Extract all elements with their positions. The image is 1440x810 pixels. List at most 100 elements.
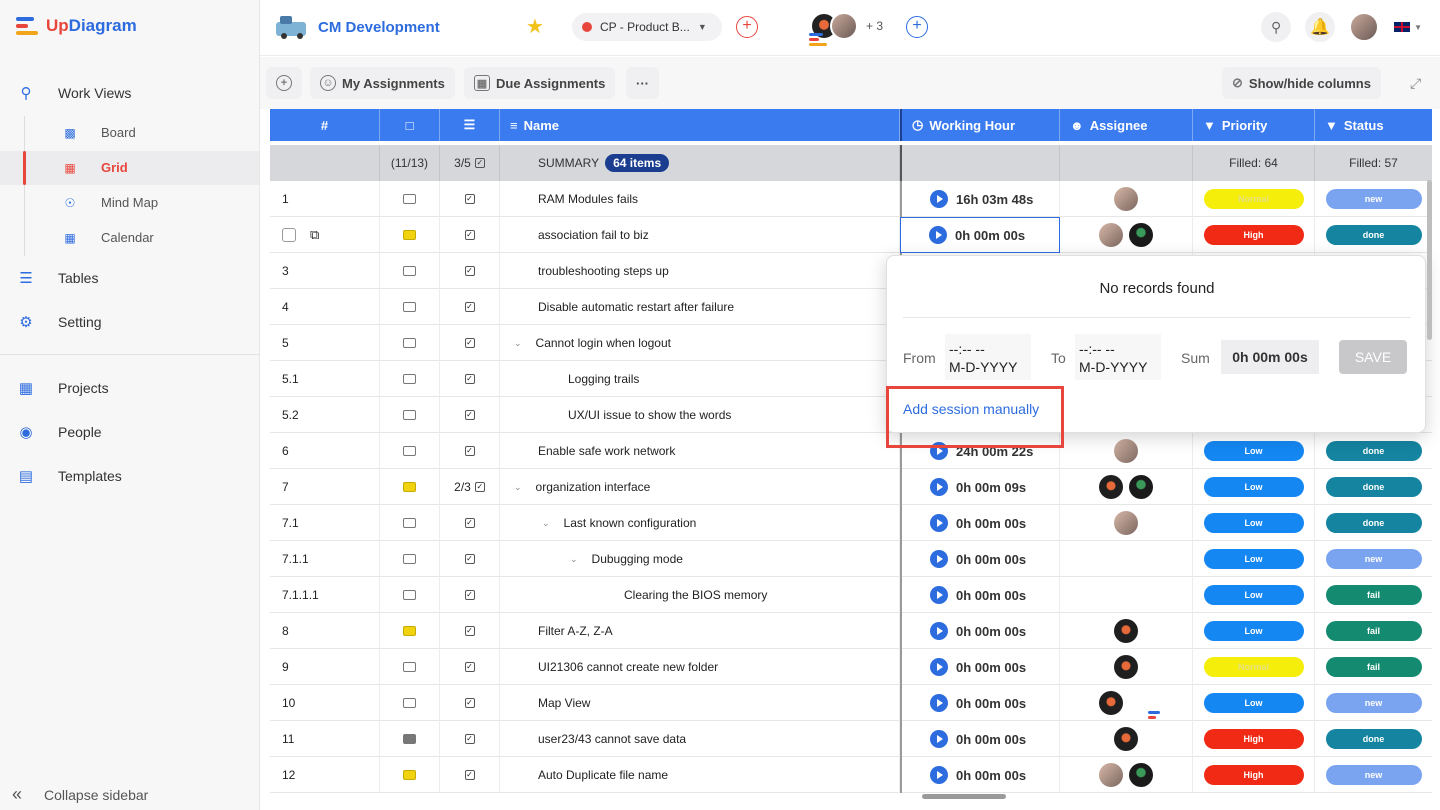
- priority-pill[interactable]: High: [1203, 765, 1304, 785]
- priority-pill[interactable]: Low: [1203, 693, 1304, 713]
- name-cell[interactable]: Disable automatic restart after failure: [500, 289, 900, 325]
- assignee-cell[interactable]: [1060, 433, 1193, 469]
- comment-cell[interactable]: [380, 541, 440, 577]
- table-row[interactable]: 7.1.1 ✓ ⌄ Dubugging mode 0h 00m 00s Low new: [270, 541, 1432, 577]
- priority-cell[interactable]: Low: [1193, 541, 1315, 577]
- checklist-cell[interactable]: ✓: [440, 721, 500, 757]
- comment-cell[interactable]: [380, 217, 440, 253]
- working-hour-cell[interactable]: 0h 00m 00s: [900, 757, 1060, 793]
- table-row[interactable]: 12 ✓ Auto Duplicate file name 0h 00m 00s Hig…: [270, 757, 1432, 793]
- row-checkbox[interactable]: [282, 228, 296, 242]
- status-pill[interactable]: done: [1325, 477, 1422, 497]
- status-pill[interactable]: done: [1325, 225, 1422, 245]
- add-view-button[interactable]: +: [266, 67, 302, 99]
- checklist-cell[interactable]: ✓: [440, 217, 500, 253]
- table-row[interactable]: 7.1 ✓ ⌄ Last known configuration 0h 00m 00s L…: [270, 505, 1432, 541]
- priority-pill[interactable]: Normal: [1203, 189, 1304, 209]
- name-cell[interactable]: Enable safe work network: [500, 433, 900, 469]
- checklist-cell[interactable]: ✓: [440, 289, 500, 325]
- fullscreen-icon[interactable]: ⤢: [1410, 75, 1421, 92]
- priority-cell[interactable]: High: [1193, 217, 1315, 253]
- filter-dropdown[interactable]: CP - Product B... ▼: [572, 13, 722, 41]
- priority-pill[interactable]: Low: [1203, 621, 1304, 641]
- name-cell[interactable]: UI21306 cannot create new folder: [500, 649, 900, 685]
- name-cell[interactable]: association fail to biz: [500, 217, 900, 253]
- search-icon[interactable]: ⚲: [1261, 12, 1292, 42]
- priority-cell[interactable]: Low: [1193, 613, 1315, 649]
- name-cell[interactable]: Auto Duplicate file name: [500, 757, 900, 793]
- comment-cell[interactable]: [380, 757, 440, 793]
- column-header-comments[interactable]: □: [380, 109, 440, 141]
- comment-cell[interactable]: [380, 613, 440, 649]
- checklist-cell[interactable]: ✓: [440, 577, 500, 613]
- status-pill[interactable]: new: [1325, 765, 1422, 785]
- comment-cell[interactable]: [380, 721, 440, 757]
- expand-caret-icon[interactable]: ⌄: [570, 554, 578, 565]
- checklist-cell[interactable]: ✓: [440, 685, 500, 721]
- vertical-scrollbar[interactable]: [1427, 180, 1432, 340]
- expand-caret-icon[interactable]: ⌄: [514, 482, 522, 493]
- status-cell[interactable]: new: [1315, 757, 1432, 793]
- play-timer-icon[interactable]: [929, 226, 947, 244]
- comment-cell[interactable]: [380, 181, 440, 217]
- name-cell[interactable]: user23/43 cannot save data: [500, 721, 900, 757]
- comment-cell[interactable]: [380, 325, 440, 361]
- priority-pill[interactable]: Normal: [1203, 657, 1304, 677]
- priority-cell[interactable]: Low: [1193, 685, 1315, 721]
- status-cell[interactable]: new: [1315, 541, 1432, 577]
- assignee-cell[interactable]: [1060, 757, 1193, 793]
- name-cell[interactable]: RAM Modules fails: [500, 181, 900, 217]
- comment-cell[interactable]: [380, 685, 440, 721]
- user-avatar[interactable]: [1349, 12, 1380, 42]
- sidebar-item-setting[interactable]: ⚙ Setting: [0, 304, 259, 340]
- project-title[interactable]: CM Development: [318, 19, 440, 36]
- name-cell[interactable]: Map View: [500, 685, 900, 721]
- status-pill[interactable]: done: [1325, 441, 1422, 461]
- checklist-cell[interactable]: ✓: [440, 541, 500, 577]
- table-row[interactable]: 10 ✓ Map View 0h 00m 00s Low new: [270, 685, 1432, 724]
- play-timer-icon[interactable]: [930, 658, 948, 676]
- checklist-cell[interactable]: ✓: [440, 505, 500, 541]
- name-cell[interactable]: ⌄ Cannot login when logout: [500, 325, 900, 361]
- priority-pill[interactable]: High: [1203, 729, 1304, 749]
- status-pill[interactable]: done: [1325, 513, 1422, 533]
- assignee-cell[interactable]: [1060, 577, 1193, 613]
- status-cell[interactable]: new: [1315, 685, 1432, 721]
- table-row[interactable]: 11 ✓ user23/43 cannot save data 0h 00m 00s H…: [270, 721, 1432, 757]
- expand-caret-icon[interactable]: ⌄: [514, 338, 522, 349]
- from-datetime-input[interactable]: --:-- -- M-D-YYYY: [945, 334, 1031, 380]
- comment-cell[interactable]: [380, 397, 440, 433]
- sidebar-item-projects[interactable]: ▦ Projects: [0, 370, 259, 406]
- working-hour-cell[interactable]: 0h 00m 00s: [900, 685, 1060, 721]
- name-cell[interactable]: ⌄ Last known configuration: [500, 505, 900, 541]
- play-timer-icon[interactable]: [930, 190, 948, 208]
- status-pill[interactable]: fail: [1325, 585, 1422, 605]
- priority-pill[interactable]: Low: [1203, 477, 1304, 497]
- expand-caret-icon[interactable]: ⌄: [542, 518, 550, 529]
- status-pill[interactable]: new: [1325, 549, 1422, 569]
- status-cell[interactable]: done: [1315, 721, 1432, 757]
- column-header-priority[interactable]: ▼ Priority: [1193, 109, 1315, 141]
- priority-pill[interactable]: Low: [1203, 513, 1304, 533]
- working-hour-cell[interactable]: 0h 00m 00s: [900, 613, 1060, 649]
- play-timer-icon[interactable]: [930, 586, 948, 604]
- comment-cell[interactable]: [380, 649, 440, 685]
- status-cell[interactable]: fail: [1315, 649, 1432, 685]
- checklist-cell[interactable]: ✓: [440, 397, 500, 433]
- sidebar-item-people[interactable]: ◉ People: [0, 414, 259, 450]
- play-timer-icon[interactable]: [930, 550, 948, 568]
- priority-cell[interactable]: Low: [1193, 433, 1315, 469]
- status-cell[interactable]: new: [1315, 181, 1432, 217]
- name-cell[interactable]: Clearing the BIOS memory: [500, 577, 900, 613]
- column-header-name[interactable]: ≡ Name: [500, 109, 900, 141]
- assignee-cell[interactable]: [1060, 217, 1193, 253]
- play-timer-icon[interactable]: [930, 514, 948, 532]
- status-cell[interactable]: done: [1315, 217, 1432, 253]
- priority-cell[interactable]: Normal: [1193, 181, 1315, 217]
- checklist-cell[interactable]: 2/3 ✓: [440, 469, 500, 505]
- status-pill[interactable]: new: [1325, 693, 1422, 713]
- column-header-checklist[interactable]: ☰: [440, 109, 500, 141]
- checklist-cell[interactable]: ✓: [440, 649, 500, 685]
- status-cell[interactable]: fail: [1315, 613, 1432, 649]
- sidebar-item-mind-map[interactable]: ☉ Mind Map: [0, 186, 259, 220]
